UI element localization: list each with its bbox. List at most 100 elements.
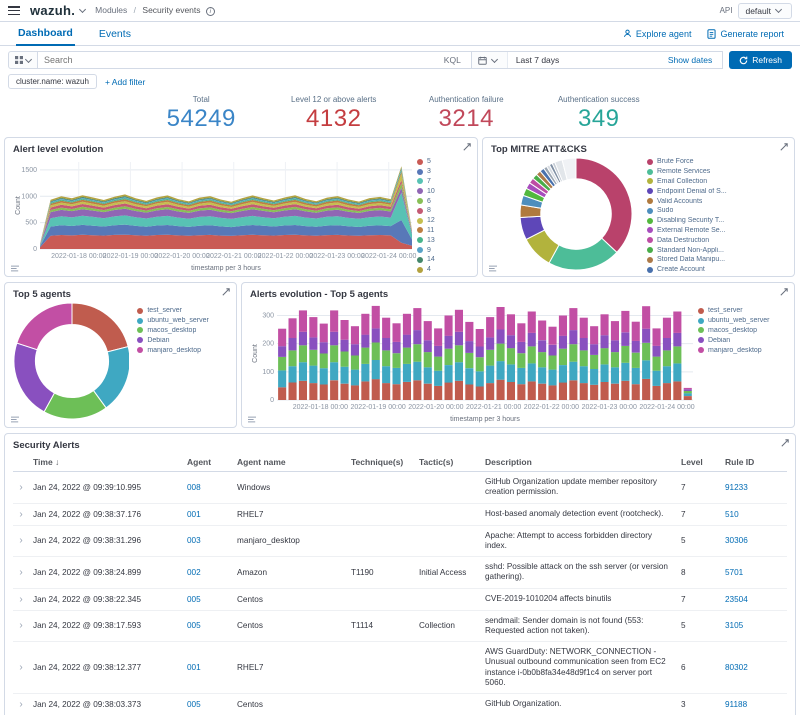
expand-icon[interactable]	[780, 143, 788, 151]
cell-rule-id[interactable]: 30306	[725, 536, 787, 545]
cell-agent-id[interactable]: 001	[187, 663, 233, 672]
inspect-icon[interactable]	[11, 265, 19, 272]
col-rule-id[interactable]: Rule ID	[725, 457, 787, 467]
legend-item[interactable]: 11	[417, 226, 469, 236]
legend-item[interactable]: Brute Force	[647, 157, 765, 167]
pie-slice-test-server[interactable]	[71, 302, 129, 353]
filter-chip[interactable]: cluster.name: wazuh	[8, 74, 97, 89]
saved-query-menu-button[interactable]	[8, 51, 38, 69]
expand-icon[interactable]	[780, 288, 788, 296]
cell-agent-id[interactable]: 005	[187, 595, 233, 604]
inspect-icon[interactable]	[489, 265, 497, 272]
legend-item[interactable]: Create Account	[647, 265, 765, 275]
breadcrumb-section[interactable]: Modules	[95, 5, 127, 15]
row-expand-chevron[interactable]: ›	[13, 620, 29, 631]
pie-slice-remote-services[interactable]	[548, 237, 618, 271]
col-technique[interactable]: Technique(s)	[351, 457, 415, 467]
cell-agent-id[interactable]: 008	[187, 483, 233, 492]
legend-item[interactable]: 9	[417, 245, 469, 255]
tab-events[interactable]: Events	[97, 23, 133, 45]
legend-item[interactable]: 4	[417, 265, 469, 275]
time-range-value[interactable]: Last 7 days	[508, 55, 658, 65]
col-agent[interactable]: Agent	[187, 457, 233, 467]
legend-item[interactable]: Stored Data Manipu...	[647, 255, 765, 265]
top-mitre-attacks-donut[interactable]	[519, 157, 633, 271]
legend-item[interactable]: 10	[417, 186, 469, 196]
legend-item[interactable]: macos_desktop	[698, 326, 784, 336]
api-selector[interactable]: default	[738, 2, 792, 19]
row-expand-chevron[interactable]: ›	[13, 662, 29, 673]
legend-item[interactable]: ubuntu_web_server	[137, 316, 228, 326]
legend-item[interactable]: 8	[417, 206, 469, 216]
row-expand-chevron[interactable]: ›	[13, 509, 29, 520]
add-filter-button[interactable]: + Add filter	[105, 77, 145, 87]
cell-agent-id[interactable]: 002	[187, 568, 233, 577]
legend-item[interactable]: Remote Services	[647, 167, 765, 177]
inspect-icon[interactable]	[11, 416, 19, 423]
cell-rule-id[interactable]: 80302	[725, 663, 787, 672]
alert-level-evolution-chart[interactable]: 0 500 1000 1500 2022-01-18 00:002022-01-19 0…	[13, 157, 417, 273]
col-agent-name[interactable]: Agent name	[237, 457, 347, 467]
legend-item[interactable]: Disabling Security T...	[647, 216, 765, 226]
search-input[interactable]	[44, 55, 440, 65]
legend-item[interactable]: 13	[417, 235, 469, 245]
refresh-button[interactable]: Refresh	[729, 51, 792, 69]
legend-item[interactable]: Debian	[698, 335, 784, 345]
cell-agent-id[interactable]: 003	[187, 536, 233, 545]
legend-item[interactable]: ubuntu_web_server	[698, 316, 784, 326]
show-dates-button[interactable]: Show dates	[658, 55, 722, 65]
expand-icon[interactable]	[463, 143, 471, 151]
legend-item[interactable]: Sudo	[647, 206, 765, 216]
cell-rule-id[interactable]: 5701	[725, 568, 787, 577]
cell-rule-id[interactable]: 23504	[725, 595, 787, 604]
legend-item[interactable]: test_server	[137, 306, 228, 316]
row-expand-chevron[interactable]: ›	[13, 567, 29, 578]
top-5-agents-donut[interactable]	[13, 302, 130, 420]
kql-label[interactable]: KQL	[440, 55, 465, 65]
legend-item[interactable]: Email Collection	[647, 177, 765, 187]
legend-item[interactable]: External Remote Se...	[647, 226, 765, 236]
legend-item[interactable]: 3	[417, 167, 469, 177]
calendar-menu-button[interactable]	[471, 52, 508, 68]
legend-item[interactable]: 6	[417, 196, 469, 206]
expand-icon[interactable]	[222, 288, 230, 296]
cell-agent-id[interactable]: 005	[187, 621, 233, 630]
legend-item[interactable]: manjaro_desktop	[698, 345, 784, 355]
row-expand-chevron[interactable]: ›	[13, 699, 29, 710]
col-tactic[interactable]: Tactic(s)	[419, 457, 481, 467]
col-level[interactable]: Level	[681, 457, 721, 467]
cell-rule-id[interactable]: 3105	[725, 621, 787, 630]
legend-item[interactable]: 12	[417, 216, 469, 226]
legend-item[interactable]: 7	[417, 177, 469, 187]
legend-item[interactable]: macos_desktop	[137, 326, 228, 336]
wazuh-logo[interactable]: wazuh.	[30, 3, 75, 18]
expand-icon[interactable]	[781, 439, 789, 447]
legend-item[interactable]: 5	[417, 157, 469, 167]
legend-item[interactable]: 14	[417, 255, 469, 265]
legend-item[interactable]: Standard Non-Appli...	[647, 245, 765, 255]
col-description[interactable]: Description	[485, 457, 677, 467]
explore-agent-button[interactable]: Explore agent	[623, 29, 691, 39]
alerts-evolution-bar-chart[interactable]: 0 100 200 300 2022-01-18 00:00 2022-01-19 00:…	[250, 302, 698, 424]
legend-item[interactable]: manjaro_desktop	[137, 345, 228, 355]
info-icon[interactable]: i	[205, 7, 215, 16]
cell-rule-id[interactable]: 91188	[725, 700, 787, 709]
legend-item[interactable]: Endpoint Denial of S...	[647, 186, 765, 196]
legend-item[interactable]: Valid Accounts	[647, 196, 765, 206]
row-expand-chevron[interactable]: ›	[13, 535, 29, 546]
generate-report-button[interactable]: Generate report	[707, 29, 784, 39]
inspect-icon[interactable]	[248, 416, 256, 423]
legend-item[interactable]: Data Destruction	[647, 235, 765, 245]
cell-rule-id[interactable]: 510	[725, 510, 787, 519]
cell-agent-id[interactable]: 001	[187, 510, 233, 519]
legend-item[interactable]: test_server	[698, 306, 784, 316]
col-time[interactable]: Time ↓	[33, 457, 183, 467]
tab-dashboard[interactable]: Dashboard	[16, 22, 75, 46]
pie-slice-brute-force[interactable]	[575, 157, 633, 254]
menu-icon[interactable]	[8, 6, 20, 15]
row-expand-chevron[interactable]: ›	[13, 594, 29, 605]
pie-slice-manjaro-desktop[interactable]	[16, 302, 73, 351]
legend-item[interactable]: Debian	[137, 335, 228, 345]
chevron-down-icon[interactable]	[79, 5, 87, 14]
cell-rule-id[interactable]: 91233	[725, 483, 787, 492]
